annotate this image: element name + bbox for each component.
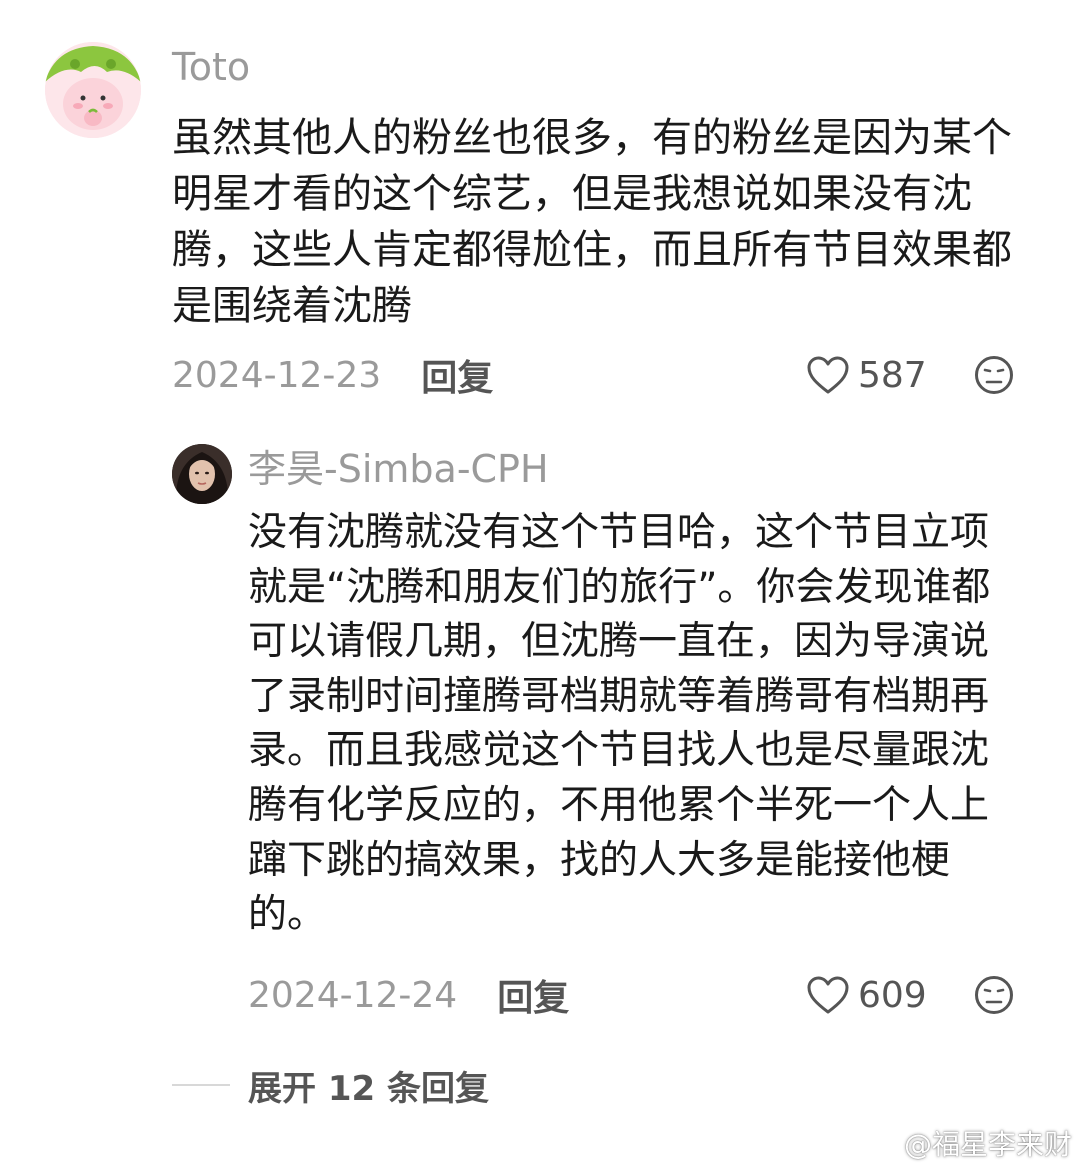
- weibo-logo-icon: [866, 1132, 899, 1157]
- watermark-text: @福星李来财: [903, 1128, 1072, 1161]
- expand-replies-button[interactable]: 展开 12 条回复: [172, 1060, 489, 1110]
- comment-date: 2024-12-23: [172, 354, 382, 396]
- reply-item: 李昊-Simba-CPH 没有沈腾就没有这个节目哈，这个节目立项就是“沈腾和朋友…: [0, 420, 1080, 1040]
- dislike-button[interactable]: [974, 355, 1014, 395]
- reply-button[interactable]: 回复: [421, 349, 493, 401]
- meh-face-icon: [975, 976, 1013, 1014]
- reply-meta: 2024-12-24 回复: [248, 970, 569, 1020]
- reply-like-button[interactable]: 609: [806, 970, 927, 1020]
- reply-like-count: 609: [858, 974, 927, 1016]
- watermark: @福星李来财: [866, 1123, 1072, 1163]
- expand-divider: [172, 1084, 230, 1086]
- reply-date: 2024-12-24: [248, 974, 458, 1016]
- comment-username[interactable]: Toto: [172, 44, 250, 90]
- comment-item: Toto 虽然其他人的粉丝也很多，有的粉丝是因为某个明星才看的这个综艺，但是我想…: [0, 0, 1080, 420]
- heart-outline-icon: [807, 976, 849, 1014]
- heart-outline-icon: [807, 356, 849, 394]
- user-photo-icon: [172, 444, 232, 504]
- meh-face-icon: [975, 356, 1013, 394]
- peach-avatar-icon: [45, 42, 141, 138]
- reply-dislike-button[interactable]: [974, 975, 1014, 1015]
- like-button[interactable]: 587: [806, 350, 927, 400]
- like-count: 587: [858, 354, 927, 396]
- comment-meta: 2024-12-23 回复: [172, 350, 493, 400]
- avatar[interactable]: [45, 42, 141, 138]
- reply-text: 没有沈腾就没有这个节目哈，这个节目立项就是“沈腾和朋友们的旅行”。你会发现谁都可…: [248, 510, 991, 938]
- expand-replies-label: 展开 12 条回复: [248, 1068, 489, 1109]
- reply-reply-button[interactable]: 回复: [497, 969, 569, 1021]
- reply-username[interactable]: 李昊-Simba-CPH: [248, 446, 549, 492]
- reply-avatar[interactable]: [172, 444, 232, 504]
- comment-text: 虽然其他人的粉丝也很多，有的粉丝是因为某个明星才看的这个综艺，但是我想说如果没有…: [172, 115, 1012, 329]
